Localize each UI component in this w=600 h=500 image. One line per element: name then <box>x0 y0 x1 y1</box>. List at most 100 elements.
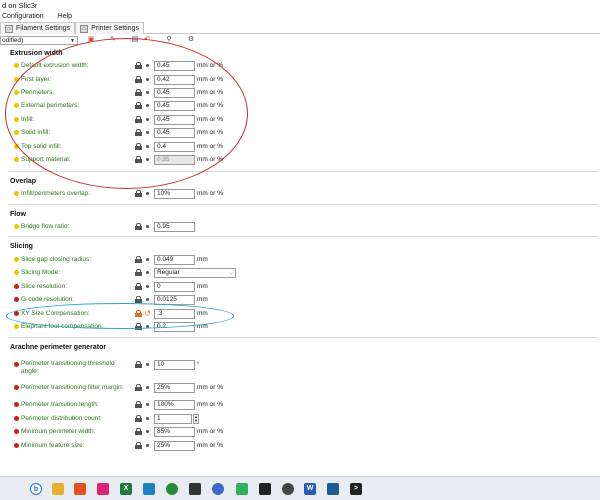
setting-label: Perimeter transitioning threshold angle: <box>21 360 115 375</box>
mode-indicator-dot <box>14 443 19 448</box>
app-icon[interactable] <box>143 483 155 495</box>
lock-icon[interactable] <box>135 361 142 368</box>
lock-icon[interactable] <box>135 269 142 276</box>
lock-icon[interactable] <box>135 283 142 290</box>
divider <box>8 236 598 237</box>
app-icon[interactable] <box>259 483 271 495</box>
setting-input[interactable]: 1 <box>154 414 192 424</box>
tab-label: Printer Settings <box>91 25 139 32</box>
setting-label: G-code resolution: <box>21 296 75 303</box>
excel-icon[interactable]: X <box>120 483 132 495</box>
divider <box>8 204 598 205</box>
app-icon[interactable] <box>166 483 178 495</box>
bullet-icon <box>146 417 149 420</box>
chevron-down-icon: ▼ <box>70 37 75 44</box>
app-icon[interactable] <box>212 483 224 495</box>
mode-indicator-dot <box>14 157 19 162</box>
setting-row: Slice resolution: 0 mm <box>14 282 414 292</box>
bing-icon[interactable]: b <box>30 483 42 495</box>
preset-select[interactable]: odified) ▼ <box>0 35 78 45</box>
lock-icon[interactable] <box>135 256 142 263</box>
setting-input[interactable]: 0.049 <box>154 255 195 265</box>
setting-select[interactable]: Regular ⌵ <box>154 268 236 278</box>
menu-bar: Configuration Help <box>0 11 600 22</box>
bullet-icon <box>146 363 149 366</box>
tab-filament-settings[interactable]: ▭ Filament Settings <box>0 22 76 34</box>
setting-label: Perimeter distribution count: <box>21 415 102 422</box>
setting-unit: mm or % <box>197 190 223 197</box>
tab-printer-settings[interactable]: ▭ Printer Settings <box>75 22 144 34</box>
window-title: d on Slic3r <box>0 0 600 11</box>
app-icon[interactable] <box>97 483 109 495</box>
section-title-arachne: Arachne perimeter generator <box>10 344 107 351</box>
setting-input[interactable]: 85% <box>154 427 195 437</box>
bullet-icon <box>146 444 149 447</box>
mode-indicator-dot <box>14 284 19 289</box>
app-icon[interactable] <box>282 483 294 495</box>
settings-tabs: ▭ Filament Settings ▭ Printer Settings <box>0 22 600 34</box>
lock-icon[interactable] <box>135 428 142 435</box>
mode-indicator-dot <box>14 191 19 196</box>
word-icon[interactable]: W <box>304 483 316 495</box>
setting-label: Perimeter transition length: <box>21 401 99 408</box>
setting-label: Slice resolution: <box>21 283 67 290</box>
divider <box>8 337 598 338</box>
setting-input[interactable]: 10% <box>154 189 195 199</box>
red-annotation-ellipse <box>5 38 248 189</box>
setting-input[interactable]: 25% <box>154 383 195 393</box>
bullet-icon <box>146 258 149 261</box>
terminal-icon[interactable]: > <box>350 483 362 495</box>
taskbar: b X W > <box>0 476 600 500</box>
chevron-down-icon: ⌵ <box>229 270 233 276</box>
prusaslicer-icon[interactable] <box>189 483 201 495</box>
setting-row: Bridge flow ratio: 0.95 <box>14 222 414 232</box>
lock-icon[interactable] <box>135 401 142 408</box>
setting-input[interactable]: 10 <box>154 360 195 370</box>
lock-icon[interactable] <box>135 442 142 449</box>
app-icon[interactable] <box>236 483 248 495</box>
brave-browser-icon[interactable] <box>74 483 86 495</box>
section-title-slicing: Slicing <box>10 243 33 250</box>
setting-label: Minimum perimeter width: <box>21 428 96 435</box>
mode-indicator-dot <box>14 402 19 407</box>
menu-help[interactable]: Help <box>58 11 72 22</box>
section-title-flow: Flow <box>10 211 26 218</box>
mode-indicator-dot <box>14 324 19 329</box>
menu-configuration[interactable]: Configuration <box>2 11 44 22</box>
setting-row: Slicing Mode: Regular ⌵ <box>14 268 414 278</box>
setting-unit: mm <box>197 296 208 303</box>
preset-value: odified) <box>2 36 24 44</box>
bullet-icon <box>146 430 149 433</box>
mode-indicator-dot <box>14 224 19 229</box>
setting-row: Slice gap closing radius: 0.049 mm <box>14 255 414 265</box>
app-icon[interactable] <box>327 483 339 495</box>
setting-row: Minimum perimeter width: 85% mm or % <box>14 427 414 437</box>
setting-row: Infill/perimeters overlap: 10% mm or % <box>14 189 414 199</box>
spin-buttons[interactable]: ▲ ▼ <box>193 414 199 424</box>
setting-input[interactable]: 25% <box>154 441 195 451</box>
section-title-overlap: Overlap <box>10 178 37 185</box>
setting-unit: mm or % <box>197 401 223 408</box>
setting-input[interactable]: 0.95 <box>154 222 195 232</box>
mode-indicator-dot <box>14 297 19 302</box>
mode-indicator-dot <box>14 257 19 262</box>
lock-icon[interactable] <box>135 296 142 303</box>
cyan-annotation-ellipse <box>6 303 234 329</box>
lock-icon[interactable] <box>135 384 142 391</box>
setting-row: Perimeter transitioning filter margin: 25… <box>14 383 414 393</box>
setting-unit: mm or % <box>197 384 223 391</box>
bullet-icon <box>146 386 149 389</box>
bullet-icon <box>146 192 149 195</box>
setting-input[interactable]: 100% <box>154 400 195 410</box>
setting-unit: ° <box>197 361 200 368</box>
lock-icon[interactable] <box>135 415 142 422</box>
setting-input[interactable]: 0 <box>154 282 195 292</box>
lock-icon[interactable] <box>135 223 142 230</box>
lock-icon[interactable] <box>135 190 142 197</box>
setting-row: Perimeter distribution count: 1 ▲ ▼ <box>14 414 414 424</box>
setting-label: Infill/perimeters overlap: <box>21 190 90 197</box>
compare-presets-icon[interactable]: ⚙ <box>186 35 196 45</box>
filament-icon: ▭ <box>5 24 13 33</box>
file-explorer-icon[interactable] <box>52 483 64 495</box>
mode-indicator-dot <box>14 429 19 434</box>
